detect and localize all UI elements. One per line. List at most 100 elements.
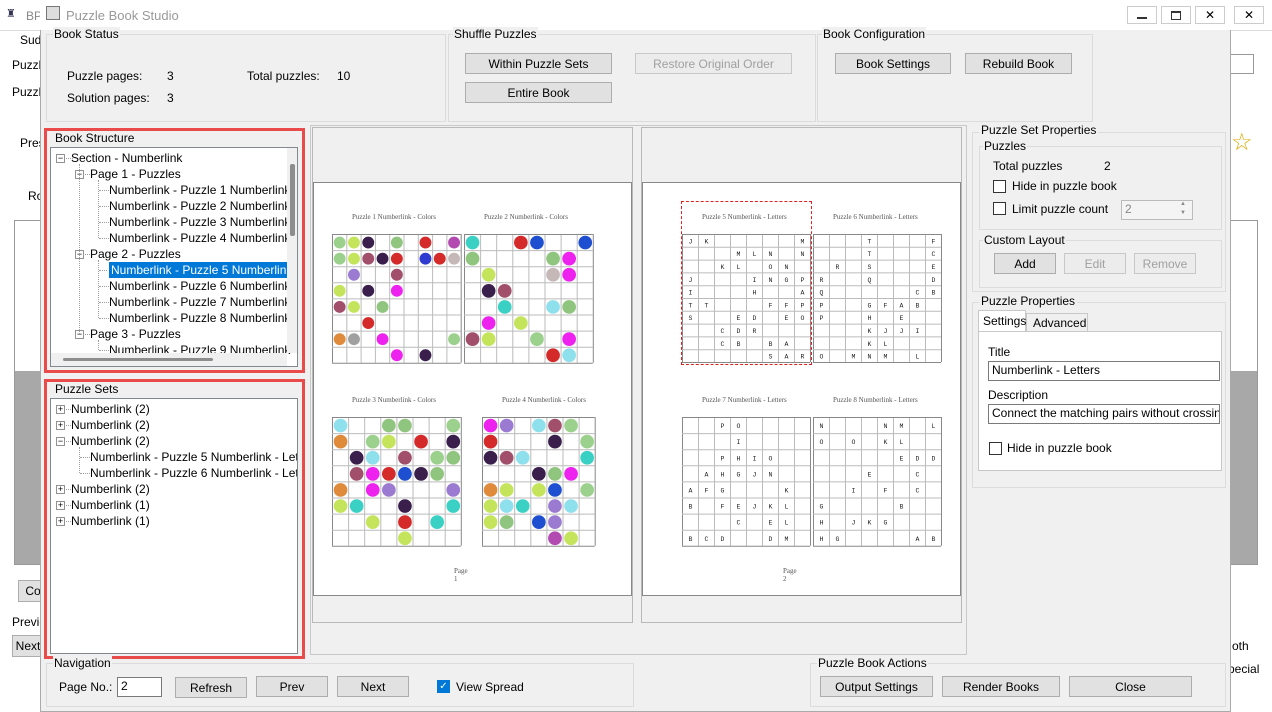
color-dot	[376, 252, 389, 265]
color-dot	[398, 499, 412, 513]
limit-count-checkbox[interactable]	[993, 202, 1006, 215]
letter-clue: N	[868, 354, 872, 361]
hide-puzzle-checkbox[interactable]	[989, 442, 1002, 455]
book-structure-node[interactable]: Numberlink - Puzzle 5 Numberlink - Le	[107, 261, 297, 279]
letter-clue: B	[689, 536, 693, 543]
close-dialog-button[interactable]: Close	[1069, 676, 1192, 697]
expand-icon[interactable]: +	[56, 485, 65, 494]
maximize-button[interactable]	[1161, 6, 1191, 24]
edit-layout-button[interactable]: Edit	[1064, 253, 1126, 274]
puzzle-set-node[interactable]: Numberlink - Puzzle 6 Numberlink - Lette…	[90, 465, 297, 481]
color-dot	[333, 252, 346, 265]
puzzle-grid[interactable]: N N M L O O K L E D D E C I F C G B H J K G H G A B	[813, 417, 942, 547]
page-footer: Page 2	[783, 567, 797, 583]
minimize-button[interactable]	[1127, 6, 1157, 24]
book-structure-node[interactable]: Section - Numberlink	[71, 150, 182, 166]
letter-clue: A	[916, 536, 920, 543]
color-dot	[365, 483, 380, 497]
book-structure-node[interactable]: Numberlink - Puzzle 2 Numberlink - Co	[109, 198, 297, 214]
color-dot	[333, 236, 346, 249]
puzzle-grid[interactable]: P O I P H I O A H G J N A F G K B F E J K L C E L B C D D M	[682, 417, 811, 547]
letter-clue: C	[916, 290, 920, 297]
color-dot	[333, 434, 348, 449]
expand-icon[interactable]: +	[56, 501, 65, 510]
star-icon[interactable]: ☆	[1231, 128, 1253, 157]
puzzle-description-input[interactable]: Connect the matching pairs without cross…	[988, 404, 1220, 424]
puzzle-grid[interactable]	[482, 417, 596, 547]
bg-input-right[interactable]	[1228, 54, 1254, 74]
stepper-up-icon[interactable]: ▲	[1180, 201, 1186, 207]
puzzle-set-node[interactable]: Numberlink (2)	[71, 481, 150, 497]
puzzle-set-node[interactable]: Numberlink (2)	[71, 401, 150, 417]
book-status-title: Book Status	[53, 27, 120, 41]
book-structure-node[interactable]: Numberlink - Puzzle 4 Numberlink - Co	[109, 230, 297, 246]
color-dot	[398, 450, 412, 465]
expand-icon[interactable]: +	[56, 421, 65, 430]
letter-clue: Q	[868, 277, 872, 284]
render-books-button[interactable]: Render Books	[942, 676, 1060, 697]
bg-tab-sud[interactable]: Sud	[20, 33, 41, 47]
letter-clue: R	[836, 264, 840, 271]
letter-clue: F	[884, 302, 888, 309]
puzzle-set-node[interactable]: Numberlink (2)	[71, 417, 150, 433]
puzzle-title-input[interactable]: Numberlink - Letters	[988, 361, 1220, 381]
page-no-input[interactable]: 2	[117, 677, 162, 697]
output-settings-button[interactable]: Output Settings	[820, 676, 933, 697]
puzzle-set-node[interactable]: Numberlink (1)	[71, 497, 150, 513]
next-button[interactable]: Next	[337, 676, 409, 697]
letter-clue: P	[820, 315, 824, 322]
book-structure-node[interactable]: Numberlink - Puzzle 8 Numberlink - Le	[109, 310, 297, 326]
book-structure-node[interactable]: Page 2 - Puzzles	[90, 246, 181, 262]
expand-icon[interactable]: +	[56, 405, 65, 414]
puzzle-set-node[interactable]: Numberlink (1)	[71, 513, 150, 529]
puzzle-set-node[interactable]: Numberlink (2)	[71, 433, 150, 449]
book-settings-button[interactable]: Book Settings	[835, 53, 951, 74]
letter-clue: H	[820, 520, 824, 527]
prev-button[interactable]: Prev	[256, 676, 328, 697]
remove-layout-button[interactable]: Remove	[1134, 253, 1196, 274]
letter-clue: P	[721, 455, 725, 462]
within-puzzle-sets-button[interactable]: Within Puzzle Sets	[465, 53, 612, 74]
color-dot	[398, 418, 412, 433]
book-structure-vscrollbar[interactable]	[287, 148, 297, 353]
collapse-icon[interactable]: −	[56, 437, 65, 446]
letter-clue: C	[737, 520, 741, 527]
tab-settings[interactable]: Settings	[978, 310, 1026, 332]
color-dot	[580, 450, 594, 465]
letter-clue: J	[900, 328, 904, 335]
tab-advanced[interactable]: Advanced	[1026, 313, 1088, 332]
book-structure-tree[interactable]: − Section - Numberlink − Page 1 - Puzzles Nu…	[50, 147, 298, 367]
restore-original-order-button[interactable]: Restore Original Order	[635, 53, 792, 74]
book-structure-node[interactable]: Page 3 - Puzzles	[90, 326, 181, 342]
entire-book-button[interactable]: Entire Book	[465, 82, 612, 103]
stepper-down-icon[interactable]: ▼	[1180, 210, 1186, 216]
rebuild-book-button[interactable]: Rebuild Book	[965, 53, 1072, 74]
puzzle-sets-tree[interactable]: + Numberlink (2) + Numberlink (2) − Numberlin…	[50, 398, 298, 654]
book-structure-node[interactable]: Numberlink - Puzzle 6 Numberlink - Le	[109, 278, 297, 294]
book-structure-node[interactable]: Numberlink - Puzzle 3 Numberlink - Co	[109, 214, 297, 230]
color-dot	[390, 284, 403, 297]
color-dot	[564, 467, 578, 481]
puzzle-grid[interactable]: T FT CR S ER Q DQ C BP G F A BP H EK J J IK LO M N M L	[813, 234, 942, 363]
solution-pages-label: Solution pages:	[67, 91, 150, 105]
book-structure-hscrollbar[interactable]	[51, 353, 287, 366]
puzzle-grid[interactable]	[464, 234, 594, 364]
puzzle-set-node[interactable]: Numberlink - Puzzle 5 Numberlink - Lette…	[90, 449, 297, 465]
book-structure-node[interactable]: Page 1 - Puzzles	[90, 166, 181, 182]
vscroll-thumb[interactable]	[290, 164, 295, 236]
background-close-button[interactable]: ✕	[1234, 6, 1264, 24]
refresh-button[interactable]: Refresh	[175, 677, 247, 698]
book-structure-node[interactable]: Numberlink - Puzzle 7 Numberlink - Le	[109, 294, 297, 310]
expand-icon[interactable]: +	[56, 517, 65, 526]
hscroll-thumb[interactable]	[63, 358, 213, 361]
book-structure-node[interactable]: Numberlink - Puzzle 1 Numberlink - Co	[109, 182, 297, 198]
add-layout-button[interactable]: Add	[994, 253, 1056, 274]
hide-set-checkbox[interactable]	[993, 180, 1006, 193]
letter-clue: J	[884, 328, 888, 335]
close-icon: ✕	[1204, 8, 1216, 22]
view-spread-checkbox[interactable]: ✓	[437, 680, 450, 693]
puzzle-grid[interactable]	[332, 417, 462, 547]
close-button[interactable]: ✕	[1195, 6, 1225, 24]
collapse-icon[interactable]: −	[56, 154, 65, 163]
puzzle-grid[interactable]	[332, 234, 462, 364]
